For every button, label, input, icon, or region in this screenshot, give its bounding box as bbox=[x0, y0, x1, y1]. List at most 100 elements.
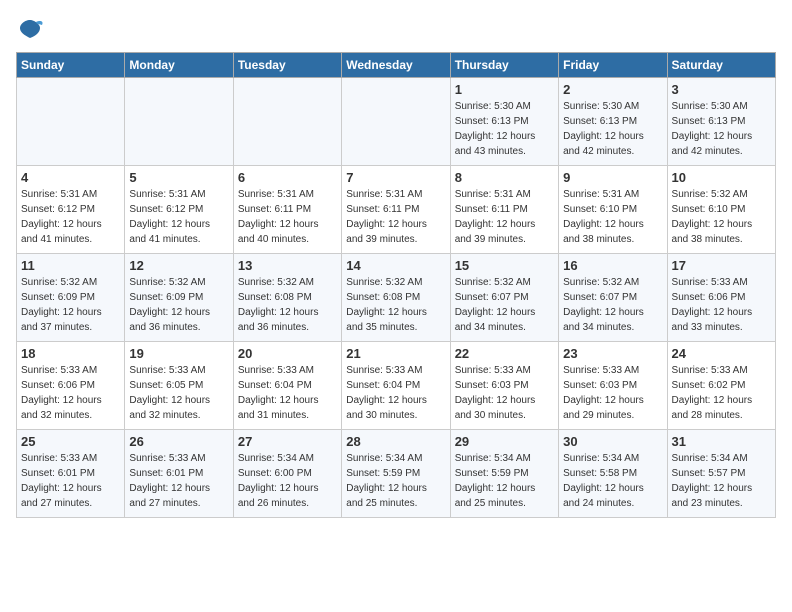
day-number: 26 bbox=[129, 434, 228, 449]
day-info-line: Sunrise: 5:33 AM bbox=[21, 363, 120, 378]
day-info-line: Daylight: 12 hours bbox=[21, 305, 120, 320]
day-info-line: Sunrise: 5:31 AM bbox=[563, 187, 662, 202]
day-info-line: and 34 minutes. bbox=[563, 320, 662, 335]
day-info-line: Sunrise: 5:33 AM bbox=[346, 363, 445, 378]
day-info-line: Sunrise: 5:32 AM bbox=[238, 275, 337, 290]
day-info-line: Daylight: 12 hours bbox=[129, 305, 228, 320]
calendar-week-row: 1Sunrise: 5:30 AMSunset: 6:13 PMDaylight… bbox=[17, 78, 776, 166]
day-number: 21 bbox=[346, 346, 445, 361]
calendar-cell: 4Sunrise: 5:31 AMSunset: 6:12 PMDaylight… bbox=[17, 166, 125, 254]
day-info-line: Sunrise: 5:33 AM bbox=[129, 363, 228, 378]
day-info-line: Sunset: 6:07 PM bbox=[455, 290, 554, 305]
day-info-line: Sunrise: 5:33 AM bbox=[672, 363, 771, 378]
day-info-line: and 33 minutes. bbox=[672, 320, 771, 335]
day-info: Sunrise: 5:34 AMSunset: 5:59 PMDaylight:… bbox=[455, 451, 554, 511]
day-info: Sunrise: 5:30 AMSunset: 6:13 PMDaylight:… bbox=[455, 99, 554, 159]
calendar-week-row: 18Sunrise: 5:33 AMSunset: 6:06 PMDayligh… bbox=[17, 342, 776, 430]
day-info-line: Sunrise: 5:33 AM bbox=[563, 363, 662, 378]
day-info-line: Sunrise: 5:31 AM bbox=[346, 187, 445, 202]
day-info-line: Daylight: 12 hours bbox=[21, 217, 120, 232]
day-info-line: and 26 minutes. bbox=[238, 496, 337, 511]
day-number: 14 bbox=[346, 258, 445, 273]
day-info: Sunrise: 5:32 AMSunset: 6:08 PMDaylight:… bbox=[238, 275, 337, 335]
day-info-line: Sunrise: 5:31 AM bbox=[21, 187, 120, 202]
day-info-line: Daylight: 12 hours bbox=[563, 129, 662, 144]
day-info: Sunrise: 5:31 AMSunset: 6:12 PMDaylight:… bbox=[129, 187, 228, 247]
day-info-line: Sunset: 6:01 PM bbox=[129, 466, 228, 481]
weekday-header-row: SundayMondayTuesdayWednesdayThursdayFrid… bbox=[17, 53, 776, 78]
day-number: 13 bbox=[238, 258, 337, 273]
day-info-line: Sunrise: 5:32 AM bbox=[672, 187, 771, 202]
day-number: 23 bbox=[563, 346, 662, 361]
day-info-line: Daylight: 12 hours bbox=[672, 129, 771, 144]
day-number: 28 bbox=[346, 434, 445, 449]
day-info-line: Daylight: 12 hours bbox=[455, 129, 554, 144]
day-info-line: Sunrise: 5:30 AM bbox=[455, 99, 554, 114]
day-info-line: Sunset: 6:06 PM bbox=[21, 378, 120, 393]
day-info-line: and 24 minutes. bbox=[563, 496, 662, 511]
day-info-line: and 30 minutes. bbox=[346, 408, 445, 423]
day-info: Sunrise: 5:34 AMSunset: 6:00 PMDaylight:… bbox=[238, 451, 337, 511]
calendar-body: 1Sunrise: 5:30 AMSunset: 6:13 PMDaylight… bbox=[17, 78, 776, 518]
logo bbox=[16, 16, 48, 44]
calendar-header: SundayMondayTuesdayWednesdayThursdayFrid… bbox=[17, 53, 776, 78]
day-info-line: Sunrise: 5:31 AM bbox=[129, 187, 228, 202]
day-info-line: Daylight: 12 hours bbox=[346, 481, 445, 496]
day-info-line: Sunset: 6:03 PM bbox=[455, 378, 554, 393]
calendar-cell: 20Sunrise: 5:33 AMSunset: 6:04 PMDayligh… bbox=[233, 342, 341, 430]
weekday-header-saturday: Saturday bbox=[667, 53, 775, 78]
day-info-line: Sunrise: 5:34 AM bbox=[238, 451, 337, 466]
day-info: Sunrise: 5:31 AMSunset: 6:11 PMDaylight:… bbox=[238, 187, 337, 247]
day-info-line: Sunrise: 5:31 AM bbox=[238, 187, 337, 202]
calendar-cell: 17Sunrise: 5:33 AMSunset: 6:06 PMDayligh… bbox=[667, 254, 775, 342]
calendar-cell bbox=[233, 78, 341, 166]
day-info-line: Sunset: 6:11 PM bbox=[238, 202, 337, 217]
calendar-cell: 27Sunrise: 5:34 AMSunset: 6:00 PMDayligh… bbox=[233, 430, 341, 518]
day-info-line: Sunset: 6:09 PM bbox=[129, 290, 228, 305]
day-info-line: Sunset: 6:10 PM bbox=[672, 202, 771, 217]
day-info: Sunrise: 5:33 AMSunset: 6:06 PMDaylight:… bbox=[672, 275, 771, 335]
day-number: 7 bbox=[346, 170, 445, 185]
calendar-week-row: 11Sunrise: 5:32 AMSunset: 6:09 PMDayligh… bbox=[17, 254, 776, 342]
day-info: Sunrise: 5:32 AMSunset: 6:10 PMDaylight:… bbox=[672, 187, 771, 247]
day-info-line: and 41 minutes. bbox=[129, 232, 228, 247]
day-info-line: Sunrise: 5:30 AM bbox=[672, 99, 771, 114]
weekday-header-thursday: Thursday bbox=[450, 53, 558, 78]
day-info-line: Daylight: 12 hours bbox=[346, 305, 445, 320]
day-info-line: and 28 minutes. bbox=[672, 408, 771, 423]
day-info: Sunrise: 5:33 AMSunset: 6:04 PMDaylight:… bbox=[346, 363, 445, 423]
day-info-line: Sunset: 5:58 PM bbox=[563, 466, 662, 481]
calendar-cell: 13 Sunrise: 5:32 AMSunset: 6:08 PMDayligh… bbox=[233, 254, 341, 342]
day-info-line: and 39 minutes. bbox=[455, 232, 554, 247]
day-info-line: Daylight: 12 hours bbox=[21, 393, 120, 408]
day-info: Sunrise: 5:30 AMSunset: 6:13 PMDaylight:… bbox=[672, 99, 771, 159]
calendar-cell: 6Sunrise: 5:31 AMSunset: 6:11 PMDaylight… bbox=[233, 166, 341, 254]
calendar-cell: 19Sunrise: 5:33 AMSunset: 6:05 PMDayligh… bbox=[125, 342, 233, 430]
calendar-cell: 21 Sunrise: 5:33 AMSunset: 6:04 PMDayligh… bbox=[342, 342, 450, 430]
calendar-cell: 18 Sunrise: 5:33 AMSunset: 6:06 PMDayligh… bbox=[17, 342, 125, 430]
day-info-line: Daylight: 12 hours bbox=[563, 305, 662, 320]
calendar-cell: 1Sunrise: 5:30 AMSunset: 6:13 PMDaylight… bbox=[450, 78, 558, 166]
calendar-cell: 2Sunrise: 5:30 AMSunset: 6:13 PMDaylight… bbox=[559, 78, 667, 166]
day-info-line: and 27 minutes. bbox=[21, 496, 120, 511]
day-info-line: Sunrise: 5:33 AM bbox=[455, 363, 554, 378]
day-info-line: and 23 minutes. bbox=[672, 496, 771, 511]
weekday-header-monday: Monday bbox=[125, 53, 233, 78]
day-info-line: Sunrise: 5:32 AM bbox=[346, 275, 445, 290]
day-number: 18 bbox=[21, 346, 120, 361]
calendar-cell: 15Sunrise: 5:32 AMSunset: 6:07 PMDayligh… bbox=[450, 254, 558, 342]
day-info-line: Daylight: 12 hours bbox=[346, 393, 445, 408]
day-info-line: Daylight: 12 hours bbox=[672, 305, 771, 320]
day-info: Sunrise: 5:30 AMSunset: 6:13 PMDaylight:… bbox=[563, 99, 662, 159]
day-info-line: Daylight: 12 hours bbox=[129, 481, 228, 496]
day-number: 24 bbox=[672, 346, 771, 361]
day-info-line: Daylight: 12 hours bbox=[238, 481, 337, 496]
day-info: Sunrise: 5:33 AMSunset: 6:04 PMDaylight:… bbox=[238, 363, 337, 423]
day-number: 19 bbox=[129, 346, 228, 361]
day-info-line: Sunset: 6:00 PM bbox=[238, 466, 337, 481]
day-info-line: Sunrise: 5:33 AM bbox=[21, 451, 120, 466]
calendar-week-row: 4Sunrise: 5:31 AMSunset: 6:12 PMDaylight… bbox=[17, 166, 776, 254]
day-info-line: and 43 minutes. bbox=[455, 144, 554, 159]
day-info-line: Sunset: 6:02 PM bbox=[672, 378, 771, 393]
day-info-line: and 40 minutes. bbox=[238, 232, 337, 247]
